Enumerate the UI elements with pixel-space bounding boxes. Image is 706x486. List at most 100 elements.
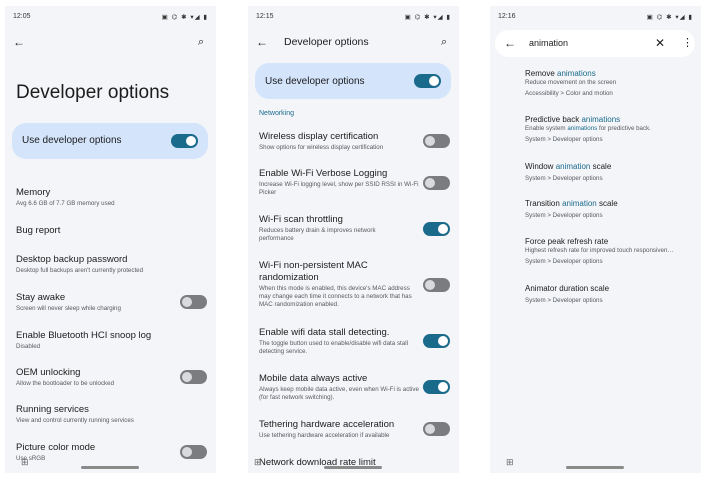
stay-awake-toggle[interactable] [180, 295, 207, 309]
screen-developer-options-main: 12:05 ▣ ⌬ ✱ ▾◢ ▮ ← ⌕ Developer options U… [5, 6, 216, 473]
screen-settings-search: 12:16 ▣ ⌬ ✱ ▾◢ ▮ ← animation ✕ ⋮ Remove … [490, 6, 701, 473]
toggle-knob [186, 136, 196, 146]
list-item-subtitle: View and control currently running servi… [16, 417, 134, 424]
search-icon[interactable]: ⌕ [441, 36, 447, 48]
status-icons: ▣ ⌬ ✱ ▾◢ ▮ [646, 14, 693, 21]
toggle-knob [438, 382, 448, 392]
toggle-knob [182, 372, 192, 382]
more-vert-icon[interactable]: ⋮ [682, 37, 693, 49]
list-item-title: Memory [16, 187, 51, 198]
back-arrow-icon[interactable]: ← [256, 36, 268, 48]
list-item-mobile-data-always-active[interactable]: Mobile data always active Always keep mo… [259, 373, 419, 402]
search-result-window-animation-scale[interactable]: Window animation scale System > Develope… [525, 161, 697, 183]
list-item-subtitle: Show options for wireless display certif… [259, 144, 384, 151]
result-path: System > Developer options [525, 175, 603, 182]
list-item-title: Tethering hardware acceleration [259, 419, 395, 430]
list-item-subtitle: Desktop full backups aren't currently pr… [16, 267, 144, 274]
back-arrow-icon[interactable]: ← [504, 37, 516, 49]
list-item-title: OEM unlocking [16, 367, 81, 378]
list-item-title: Wireless display certification [259, 131, 379, 142]
list-item-wireless-display-certification[interactable]: Wireless display certification Show opti… [259, 131, 414, 152]
list-item-memory[interactable]: Memory Avg 6.6 GB of 7.7 GB memory used [16, 187, 201, 208]
list-item-stay-awake[interactable]: Stay awake Screen will never sleep while… [16, 292, 176, 313]
search-result-predictive-back-animations[interactable]: Predictive back animations Enable system… [525, 114, 697, 144]
mobile-data-always-active-toggle[interactable] [423, 380, 450, 394]
search-result-force-peak-refresh-rate[interactable]: Force peak refresh rate Highest refresh … [525, 236, 697, 266]
gesture-nav-bar[interactable] [566, 466, 624, 469]
app-grid-icon[interactable]: ⊞ [254, 457, 262, 468]
picture-color-mode-toggle[interactable] [180, 445, 207, 459]
result-subtitle: Highest refresh rate for improved touch … [525, 247, 674, 254]
use-developer-options-card[interactable]: Use developer options [255, 63, 451, 99]
toggle-knob [425, 280, 435, 290]
toggle-knob [182, 297, 192, 307]
list-item-title: Wi-Fi scan throttling [259, 214, 343, 225]
list-item-wifi-verbose-logging[interactable]: Enable Wi-Fi Verbose Logging Increase Wi… [259, 168, 419, 197]
search-input[interactable]: animation [529, 38, 568, 48]
screen-developer-options-networking: 12:15 ▣ ⌬ ✱ ▾◢ ▮ ← Developer options ⌕ U… [248, 6, 459, 473]
list-item-bug-report[interactable]: Bug report [16, 225, 201, 237]
list-item-subtitle: Always keep mobile data active, even whe… [259, 386, 419, 401]
app-grid-icon[interactable]: ⊞ [21, 457, 29, 468]
result-path: System > Developer options [525, 212, 603, 219]
list-item-title: Picture color mode [16, 442, 96, 453]
use-developer-options-toggle[interactable] [414, 74, 441, 88]
result-subtitle: Reduce movement on the screen [525, 79, 617, 86]
list-item-title: Enable Wi-Fi Verbose Logging [259, 168, 388, 179]
app-grid-icon[interactable]: ⊞ [506, 457, 514, 468]
list-item-wifi-data-stall-detecting[interactable]: Enable wifi data stall detecting. The to… [259, 327, 419, 356]
oem-unlocking-toggle[interactable] [180, 370, 207, 384]
result-title: Predictive back animations [525, 115, 621, 124]
toggle-knob [425, 136, 435, 146]
use-developer-options-label: Use developer options [265, 76, 365, 87]
list-item-subtitle: Allow the bootloader to be unlocked [16, 380, 115, 387]
search-icon[interactable]: ⌕ [198, 36, 204, 48]
list-item-title: Desktop backup password [16, 254, 128, 265]
wifi-verbose-logging-toggle[interactable] [423, 176, 450, 190]
clear-icon[interactable]: ✕ [655, 37, 665, 49]
result-title: Remove animations [525, 69, 596, 78]
result-path: Accessibility > Color and motion [525, 90, 613, 97]
toggle-knob [425, 178, 435, 188]
list-item-bluetooth-hci-snoop-log[interactable]: Enable Bluetooth HCI snoop log Disabled [16, 330, 201, 351]
list-item-title: Enable wifi data stall detecting. [259, 327, 390, 338]
list-item-wifi-scan-throttling[interactable]: Wi-Fi scan throttling Reduces battery dr… [259, 214, 409, 243]
result-subtitle: Enable system animations for predictive … [525, 125, 651, 132]
search-result-transition-animation-scale[interactable]: Transition animation scale System > Deve… [525, 198, 697, 220]
search-bar[interactable]: ← animation ✕ ⋮ [495, 30, 695, 57]
result-title: Force peak refresh rate [525, 237, 609, 246]
list-item-subtitle: Use tethering hardware acceleration if a… [259, 432, 390, 439]
toggle-knob [182, 447, 192, 457]
list-item-tethering-hardware-acceleration[interactable]: Tethering hardware acceleration Use teth… [259, 419, 419, 440]
list-item-subtitle: Increase Wi-Fi logging level, show per S… [259, 181, 419, 196]
tethering-hardware-acceleration-toggle[interactable] [423, 422, 450, 436]
list-item-wifi-non-persistent-mac[interactable]: Wi-Fi non-persistent MAC randomization W… [259, 260, 419, 309]
page-title: Developer options [16, 82, 170, 103]
list-item-subtitle: Reduces battery drain & improves network… [259, 227, 376, 242]
wireless-display-certification-toggle[interactable] [423, 134, 450, 148]
search-result-animator-duration-scale[interactable]: Animator duration scale System > Develop… [525, 283, 697, 305]
search-result-remove-animations[interactable]: Remove animations Reduce movement on the… [525, 68, 697, 98]
gesture-nav-bar[interactable] [324, 466, 382, 469]
status-bar: 12:16 ▣ ⌬ ✱ ▾◢ ▮ [498, 13, 693, 23]
result-title: Transition animation scale [525, 199, 618, 208]
list-item-desktop-backup-password[interactable]: Desktop backup password Desktop full bac… [16, 254, 201, 275]
list-item-title: Enable Bluetooth HCI snoop log [16, 330, 152, 341]
wifi-data-stall-detecting-toggle[interactable] [423, 334, 450, 348]
wifi-scan-throttling-toggle[interactable] [423, 222, 450, 236]
list-item-title: Running services [16, 404, 89, 415]
toggle-knob [438, 224, 448, 234]
status-time: 12:15 [256, 13, 274, 20]
back-arrow-icon[interactable]: ← [13, 36, 25, 48]
list-item-oem-unlocking[interactable]: OEM unlocking Allow the bootloader to be… [16, 367, 176, 388]
list-item-running-services[interactable]: Running services View and control curren… [16, 404, 201, 425]
gesture-nav-bar[interactable] [81, 466, 139, 469]
wifi-non-persistent-mac-toggle[interactable] [423, 278, 450, 292]
list-item-picture-color-mode[interactable]: Picture color mode Use sRGB [16, 442, 176, 463]
use-developer-options-card[interactable]: Use developer options [12, 123, 208, 159]
status-icons: ▣ ⌬ ✱ ▾◢ ▮ [404, 14, 451, 21]
list-item-title: Stay awake [16, 292, 66, 303]
use-developer-options-toggle[interactable] [171, 134, 198, 148]
list-item-subtitle: Screen will never sleep while charging [16, 305, 121, 312]
toggle-knob [425, 424, 435, 434]
